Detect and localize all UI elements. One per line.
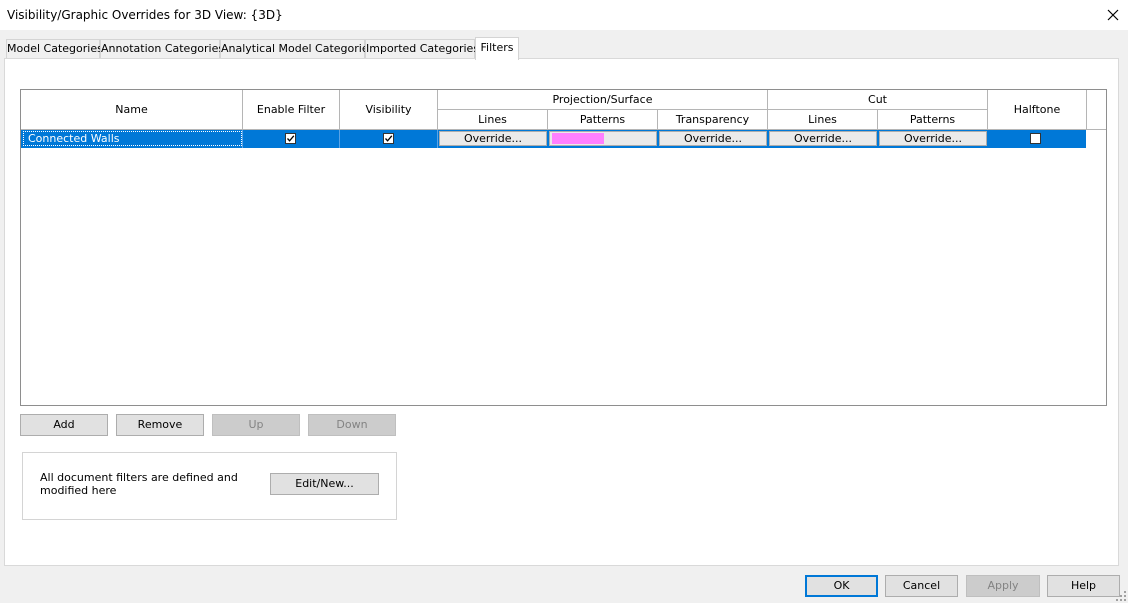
col-header-halftone[interactable]: Halftone <box>988 90 1087 130</box>
col-header-cut: Cut <box>768 90 988 110</box>
col-header-proj-patterns[interactable]: Patterns <box>548 110 658 130</box>
col-header-proj-transparency[interactable]: Transparency <box>658 110 768 130</box>
cell-visibility <box>340 130 438 148</box>
cut-patterns-override-button[interactable]: Override... <box>879 131 987 146</box>
up-button[interactable]: Up <box>212 414 300 436</box>
cancel-button[interactable]: Cancel <box>885 575 958 597</box>
filters-info-text: All document filters are defined and mod… <box>40 471 238 497</box>
col-header-visibility[interactable]: Visibility <box>340 90 438 130</box>
col-header-filler <box>1087 90 1106 130</box>
checkmark-icon <box>287 135 295 142</box>
projection-lines-override-button[interactable]: Override... <box>439 131 547 146</box>
table-row[interactable]: Connected Walls Override... Override... … <box>21 130 1086 148</box>
cell-enable-filter <box>243 130 340 148</box>
col-header-proj-lines[interactable]: Lines <box>438 110 548 130</box>
enable-filter-checkbox[interactable] <box>285 133 296 144</box>
col-header-cut-lines[interactable]: Lines <box>768 110 878 130</box>
col-header-name[interactable]: Name <box>21 90 243 130</box>
projection-transparency-override-button[interactable]: Override... <box>659 131 767 146</box>
halftone-checkbox[interactable] <box>1030 133 1041 144</box>
tab-imported-categories[interactable]: Imported Categories <box>365 39 479 58</box>
add-button[interactable]: Add <box>20 414 108 436</box>
projection-patterns-override-button[interactable] <box>549 131 657 146</box>
cell-name[interactable]: Connected Walls <box>21 130 243 148</box>
visibility-checkbox[interactable] <box>383 133 394 144</box>
resize-grip-icon[interactable] <box>1115 590 1127 602</box>
tab-analytical-model-categories[interactable]: Analytical Model Categories <box>220 39 374 58</box>
remove-button[interactable]: Remove <box>116 414 204 436</box>
ok-button[interactable]: OK <box>805 575 878 597</box>
title-bar: Visibility/Graphic Overrides for 3D View… <box>0 0 1128 30</box>
col-header-enable-filter[interactable]: Enable Filter <box>243 90 340 130</box>
close-icon <box>1107 9 1119 21</box>
filter-name: Connected Walls <box>23 131 242 146</box>
edit-new-button[interactable]: Edit/New... <box>270 473 379 495</box>
close-button[interactable] <box>1098 0 1128 30</box>
filters-table: Name Enable Filter Visibility Projection… <box>20 89 1107 406</box>
tab-filters[interactable]: Filters <box>475 37 519 60</box>
help-button[interactable]: Help <box>1047 575 1120 597</box>
apply-button[interactable]: Apply <box>966 575 1040 597</box>
down-button[interactable]: Down <box>308 414 396 436</box>
cell-halftone <box>988 130 1086 148</box>
tab-model-categories[interactable]: Model Categories <box>6 39 103 58</box>
tab-strip: Model Categories Annotation Categories A… <box>0 30 1128 60</box>
window-title: Visibility/Graphic Overrides for 3D View… <box>7 8 283 22</box>
checkmark-icon <box>385 135 393 142</box>
col-header-cut-patterns[interactable]: Patterns <box>878 110 988 130</box>
cut-lines-override-button[interactable]: Override... <box>769 131 877 146</box>
filters-info-box: All document filters are defined and mod… <box>22 452 397 520</box>
pattern-color-swatch <box>552 133 604 144</box>
col-header-projection-surface: Projection/Surface <box>438 90 768 110</box>
tab-annotation-categories[interactable]: Annotation Categories <box>100 39 224 58</box>
